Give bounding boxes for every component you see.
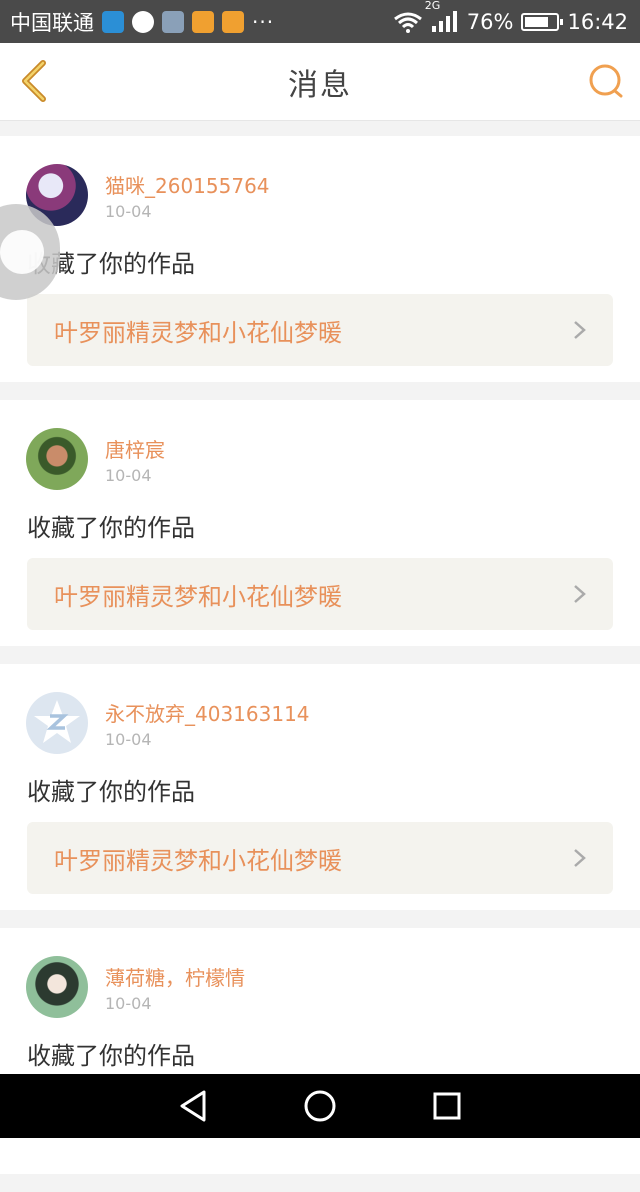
signal-icon: 2G <box>425 0 459 33</box>
qq-icon <box>132 10 154 33</box>
avatar[interactable] <box>26 692 88 754</box>
default-avatar-icon <box>34 700 80 743</box>
signal-type-label: 2G <box>424 0 441 12</box>
username-link[interactable]: 唐梓宸 <box>105 434 165 463</box>
wifi-icon <box>393 12 422 33</box>
nav-recents-button[interactable] <box>427 1086 467 1126</box>
work-link[interactable]: 叶罗丽精灵梦和小花仙梦暖 <box>27 558 613 630</box>
more-notifications-icon: ··· <box>252 9 275 34</box>
app-icon <box>222 10 244 33</box>
work-title: 叶罗丽精灵梦和小花仙梦暖 <box>54 846 342 875</box>
username-link[interactable]: 薄荷糖，柠檬情 <box>105 962 245 991</box>
page-title: 消息 <box>288 67 352 103</box>
square-recents-icon <box>433 1092 461 1120</box>
work-title: 叶罗丽精灵梦和小花仙梦暖 <box>54 318 342 347</box>
message-card: 永不放弃_403163114 10-04 收藏了你的作品 叶罗丽精灵梦和小花仙梦… <box>0 664 640 910</box>
battery-icon <box>521 12 564 31</box>
message-action-text: 收藏了你的作品 <box>27 514 195 542</box>
system-nav-bar <box>0 1074 640 1138</box>
chevron-left-icon <box>22 60 46 102</box>
battery-percent: 76% <box>466 9 514 34</box>
message-card: 唐梓宸 10-04 收藏了你的作品 叶罗丽精灵梦和小花仙梦暖 <box>0 400 640 646</box>
clock: 16:42 <box>567 9 628 34</box>
avatar[interactable] <box>26 956 88 1018</box>
back-button[interactable] <box>14 57 54 105</box>
message-date: 10-04 <box>105 202 152 221</box>
circle-home-icon <box>304 1090 336 1122</box>
message-date: 10-04 <box>105 994 152 1013</box>
app-notification-icon <box>102 10 124 33</box>
work-link[interactable]: 叶罗丽精灵梦和小花仙梦暖 <box>27 294 613 366</box>
nav-home-button[interactable] <box>300 1086 340 1126</box>
message-date: 10-04 <box>105 466 152 485</box>
gallery-icon <box>162 10 184 33</box>
assistive-dot-icon <box>0 230 44 274</box>
nav-back-button[interactable] <box>173 1086 213 1126</box>
chevron-right-icon <box>574 321 586 339</box>
chevron-right-icon <box>574 585 586 603</box>
status-bar: 中国联通 ··· 2G 76% 16:42 <box>0 0 640 43</box>
work-link[interactable]: 叶罗丽精灵梦和小花仙梦暖 <box>27 822 613 894</box>
message-list: 猫咪_260155764 10-04 收藏了你的作品 叶罗丽精灵梦和小花仙梦暖 … <box>0 136 640 1192</box>
username-link[interactable]: 永不放弃_403163114 <box>105 698 310 727</box>
search-button[interactable] <box>586 61 626 101</box>
triangle-back-icon <box>180 1090 206 1122</box>
search-icon <box>589 64 623 98</box>
carrier-label: 中国联通 <box>10 10 94 35</box>
avatar[interactable] <box>26 428 88 490</box>
message-action-text: 收藏了你的作品 <box>27 1042 195 1070</box>
message-card: 猫咪_260155764 10-04 收藏了你的作品 叶罗丽精灵梦和小花仙梦暖 <box>0 136 640 382</box>
username-link[interactable]: 猫咪_260155764 <box>105 170 270 199</box>
message-action-text: 收藏了你的作品 <box>27 778 195 806</box>
chevron-right-icon <box>574 849 586 867</box>
app-icon <box>192 10 214 33</box>
message-date: 10-04 <box>105 730 152 749</box>
page-header: 消息 <box>0 43 640 121</box>
work-title: 叶罗丽精灵梦和小花仙梦暖 <box>54 582 342 611</box>
